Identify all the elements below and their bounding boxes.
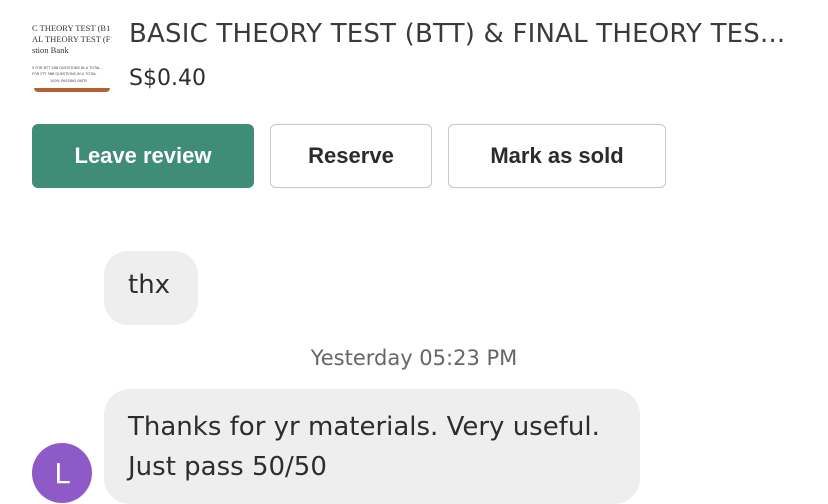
message-text: Thanks for yr materials. Very useful. <box>128 412 600 442</box>
message-timestamp: Yesterday 05:23 PM <box>310 346 518 370</box>
thumbnail-text: stion Bank <box>32 45 69 55</box>
thumbnail-text: AL THEORY TEST (F1 <box>32 34 112 44</box>
avatar[interactable]: L <box>32 443 92 503</box>
thumbnail-accent-bar <box>34 88 110 92</box>
listing-header[interactable]: C THEORY TEST (B1 AL THEORY TEST (F1 sti… <box>32 18 812 94</box>
thumbnail-text: FOR FTT 568 QUESTIONS IN A TOTAL <box>32 72 97 76</box>
leave-review-button[interactable]: Leave review <box>32 124 254 188</box>
listing-thumbnail[interactable]: C THEORY TEST (B1 AL THEORY TEST (F1 sti… <box>32 22 112 92</box>
mark-as-sold-button[interactable]: Mark as sold <box>448 124 666 188</box>
avatar-initial: L <box>54 456 70 490</box>
listing-price: S$0.40 <box>129 66 206 91</box>
message-text: thx <box>128 270 171 300</box>
thumbnail-text: 5 FOR BTT 288 QUESTIONS IN A TOTAL <box>32 66 101 70</box>
message-text: Just pass 50/50 <box>128 452 327 482</box>
message-bubble[interactable]: thx <box>104 251 198 325</box>
message-bubble[interactable]: Thanks for yr materials. Very useful. Ju… <box>104 389 640 504</box>
thumbnail-text: 100% PASSING RATE! <box>50 79 88 83</box>
reserve-button[interactable]: Reserve <box>270 124 432 188</box>
thumbnail-text: C THEORY TEST (B1 <box>32 23 111 33</box>
listing-title[interactable]: BASIC THEORY TEST (BTT) & FINAL THEORY T… <box>129 18 785 50</box>
